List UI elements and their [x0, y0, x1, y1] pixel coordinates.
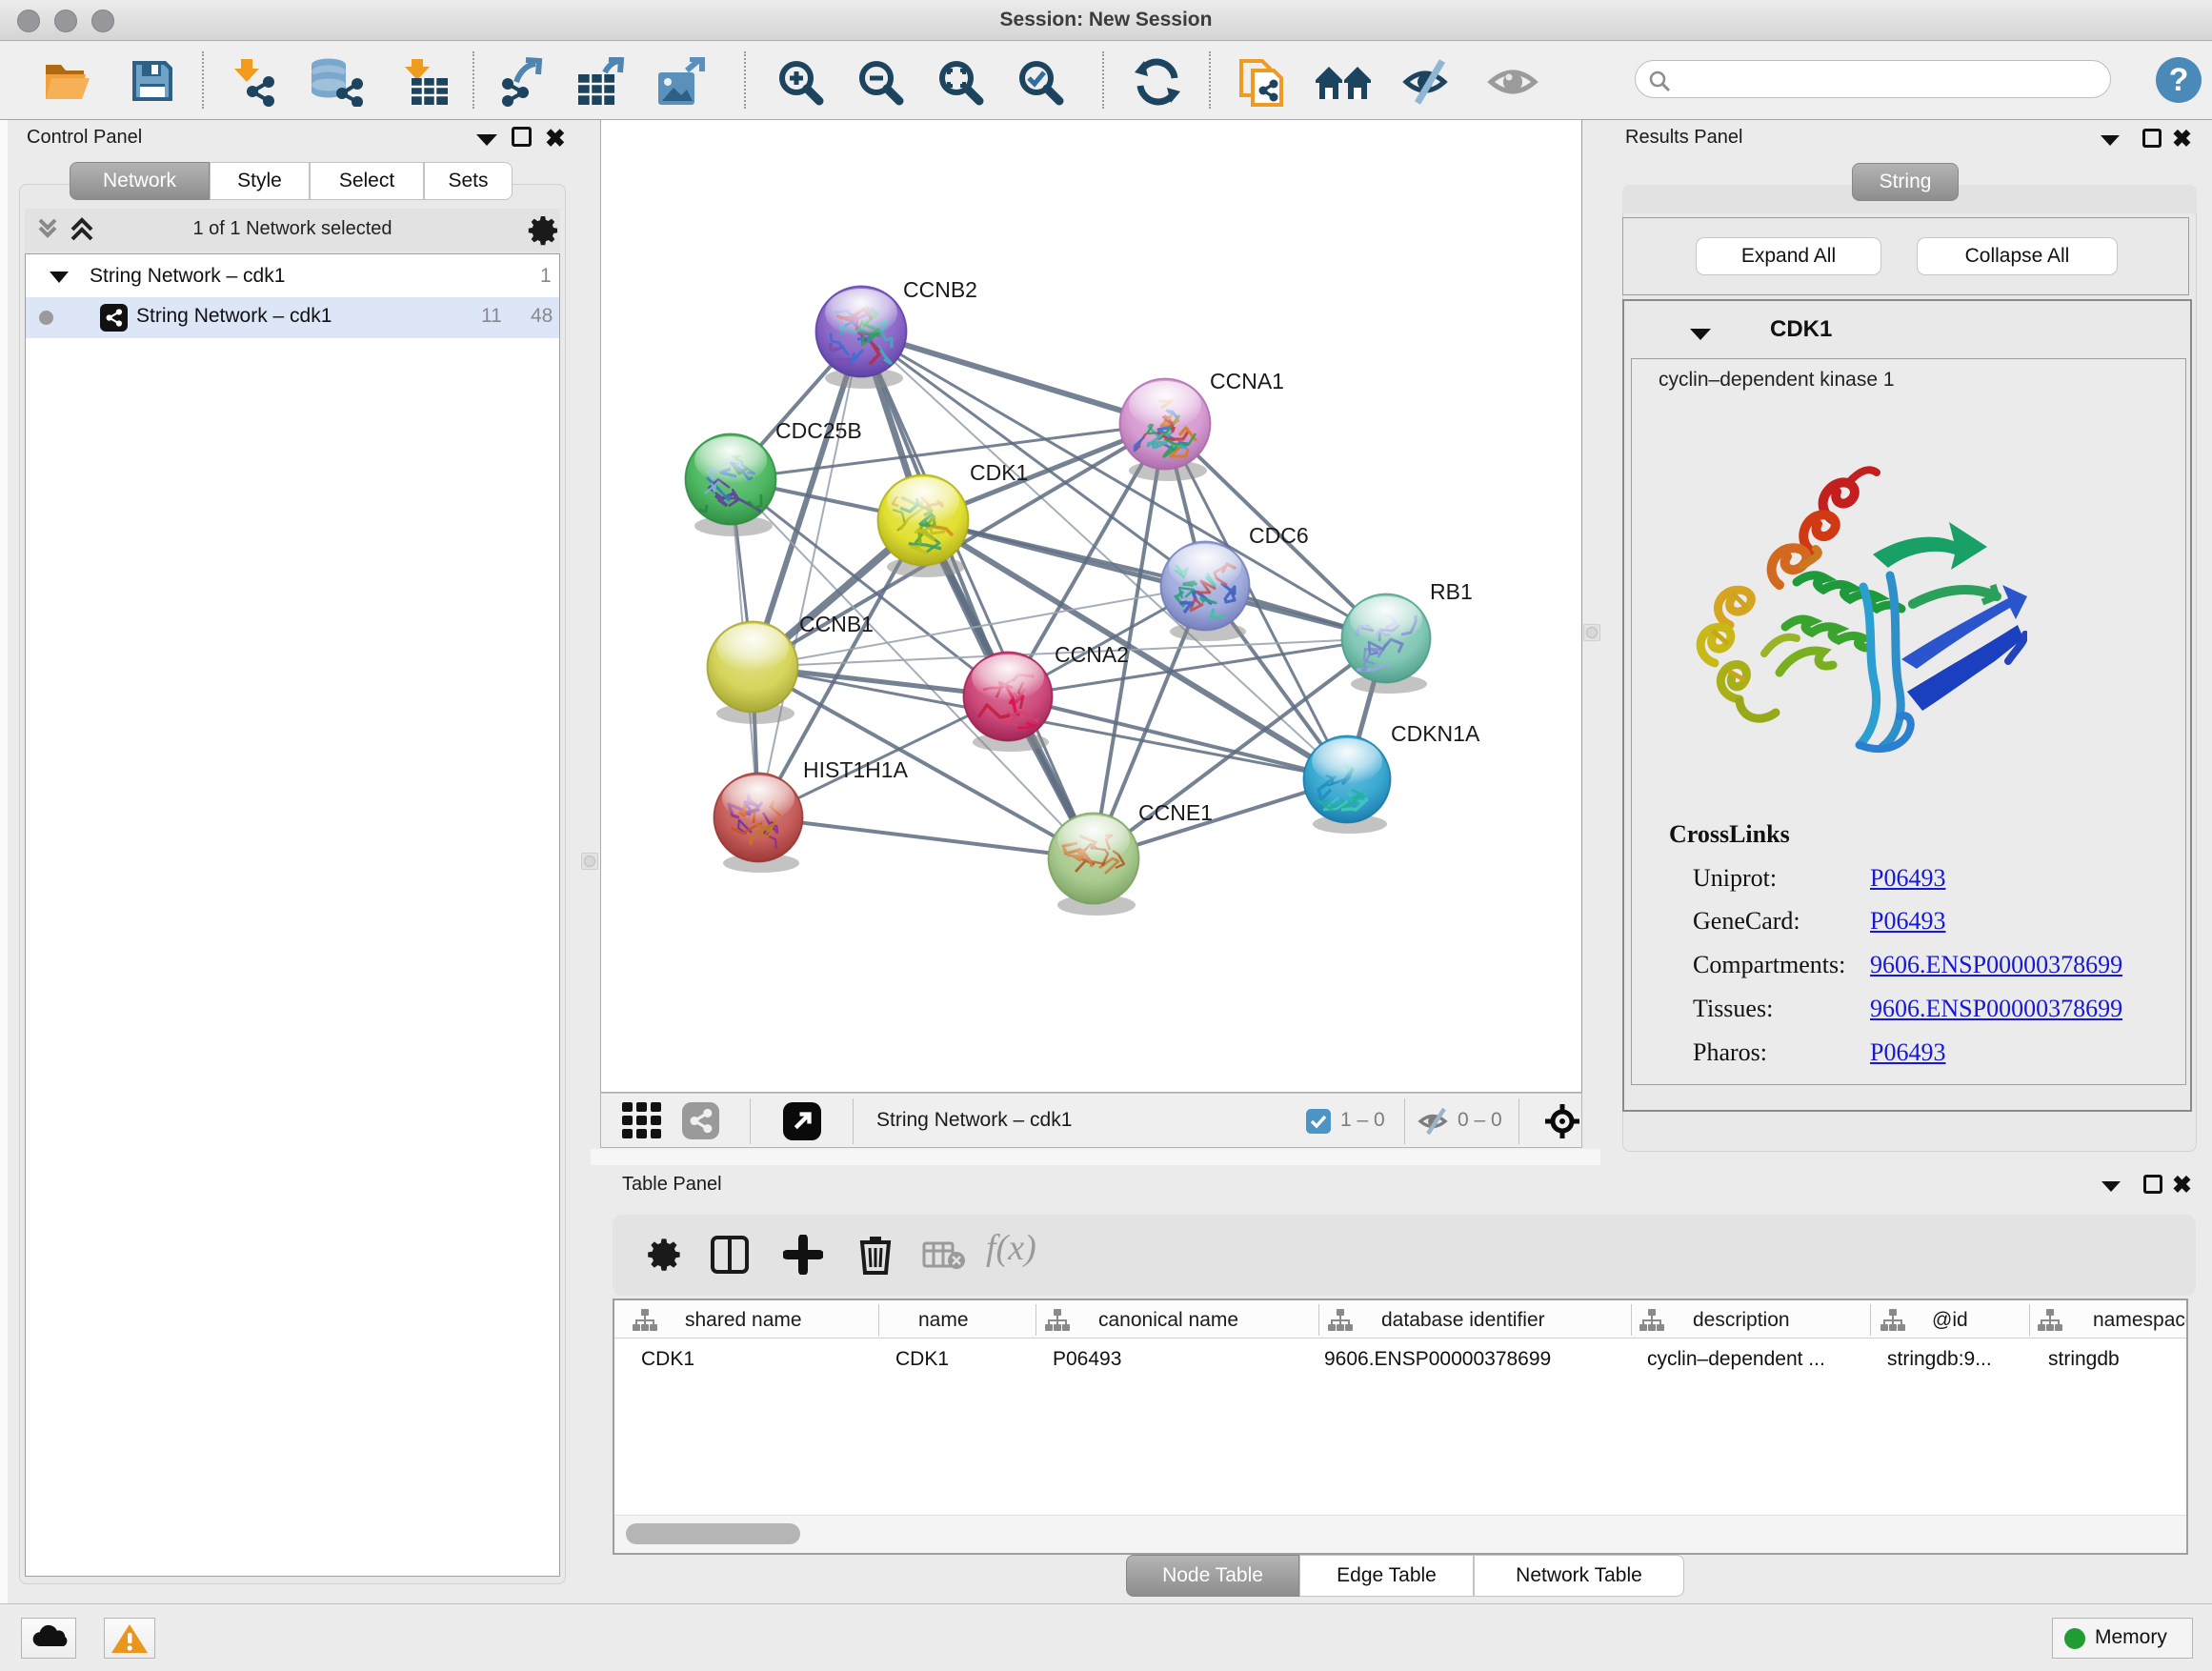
svg-text:CCNA2: CCNA2: [1055, 642, 1129, 667]
svg-text:CCNE1: CCNE1: [1138, 800, 1213, 825]
svg-text:CDKN1A: CDKN1A: [1391, 721, 1480, 746]
svg-text:CCNB2: CCNB2: [903, 277, 977, 302]
svg-text:?: ?: [2169, 62, 2189, 98]
svg-text:CCNB1: CCNB1: [799, 612, 874, 636]
svg-text:RB1: RB1: [1430, 579, 1473, 604]
svg-text:CDC25B: CDC25B: [775, 418, 862, 443]
svg-text:CDK1: CDK1: [970, 460, 1028, 485]
svg-text:CDC6: CDC6: [1249, 523, 1309, 548]
svg-text:HIST1H1A: HIST1H1A: [803, 757, 909, 782]
svg-text:CCNA1: CCNA1: [1210, 369, 1284, 393]
